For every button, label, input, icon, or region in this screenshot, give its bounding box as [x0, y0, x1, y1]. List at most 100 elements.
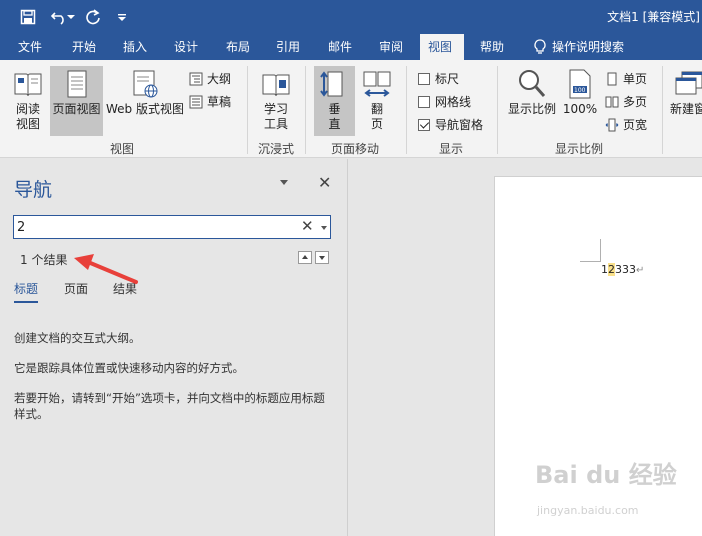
- nav-pane-check-box[interactable]: [418, 118, 430, 131]
- learning-tools-button[interactable]: 学习 工具: [256, 68, 296, 138]
- customize-qat-icon[interactable]: [112, 7, 132, 27]
- gridlines-label: 网格线: [435, 95, 472, 109]
- outline-button[interactable]: 大纲: [189, 70, 231, 87]
- undo-dropdown-icon[interactable]: [66, 7, 76, 27]
- zoom-group-label: 显示比例: [555, 142, 604, 156]
- search-options-icon[interactable]: [321, 226, 327, 230]
- previous-result-button[interactable]: [298, 251, 312, 264]
- ruler-label: 标尺: [435, 72, 460, 86]
- subtab-headings[interactable]: 标题: [14, 280, 39, 303]
- ruler-check-box[interactable]: [418, 72, 430, 85]
- next-result-button[interactable]: [315, 251, 329, 264]
- page-movement-group-label: 页面移动: [331, 142, 380, 156]
- clear-search-icon[interactable]: ✕: [301, 217, 314, 235]
- group-separator: [662, 66, 663, 154]
- outline-icon: [189, 72, 203, 85]
- lightbulb-icon: [533, 39, 549, 55]
- group-separator: [247, 66, 248, 154]
- text-before: 1: [601, 263, 608, 276]
- nav-pane-title: 导航: [14, 179, 53, 201]
- nav-search-box[interactable]: ✕: [13, 215, 331, 239]
- show-group-label: 显示: [439, 142, 464, 156]
- draft-icon: [189, 95, 203, 108]
- margin-corner-mark: [580, 261, 601, 262]
- magnifier-icon: [519, 70, 546, 97]
- side-to-side-button[interactable]: 翻 页: [358, 68, 396, 138]
- immersive-group-label: 沉浸式: [258, 142, 295, 156]
- nav-pane-options-icon[interactable]: [280, 180, 288, 185]
- ruler-checkbox[interactable]: 标尺: [418, 70, 459, 87]
- zoom-100-button[interactable]: 100 100%: [562, 68, 598, 138]
- zoom-button[interactable]: 显示比例: [506, 68, 558, 138]
- vertical-label-2: 直: [328, 117, 341, 131]
- nav-pane-label: 导航窗格: [435, 118, 484, 132]
- ribbon-tabs: 文件 开始 插入 设计 布局 引用 邮件 审阅 视图 帮助 操作说明搜索: [0, 34, 702, 60]
- ribbon: 阅读 视图 页面视图 Web 版式视图 大纲 草稿 视图 学习 工具 沉浸式 垂…: [0, 60, 702, 158]
- nav-search-input[interactable]: [17, 218, 287, 236]
- one-page-button[interactable]: 单页: [605, 70, 647, 87]
- group-separator: [497, 66, 498, 154]
- watermark-url: jingyan.baidu.com: [537, 504, 639, 517]
- book-icon: [14, 73, 42, 97]
- read-mode-label-1: 阅读: [15, 102, 40, 116]
- zoom-100-icon: 100: [569, 69, 591, 99]
- multiple-pages-label: 多页: [623, 95, 648, 109]
- tab-design[interactable]: 设计: [166, 34, 206, 60]
- web-layout-button[interactable]: Web 版式视图: [104, 68, 186, 138]
- web-page-icon: [133, 70, 158, 98]
- save-icon[interactable]: [18, 7, 38, 27]
- learning-tools-icon: [262, 74, 290, 97]
- side-to-side-label-2: 页: [370, 117, 383, 131]
- read-mode-button[interactable]: 阅读 视图: [8, 68, 48, 138]
- group-separator: [406, 66, 407, 154]
- document-title: 文档1 [兼容模式]: [607, 10, 700, 24]
- page-width-button[interactable]: 页宽: [605, 116, 647, 133]
- tab-insert[interactable]: 插入: [115, 34, 155, 60]
- gridlines-check-box[interactable]: [418, 95, 430, 108]
- multiple-pages-button[interactable]: 多页: [605, 93, 647, 110]
- document-text[interactable]: 12333↵: [601, 263, 644, 276]
- text-after: 333: [615, 263, 636, 276]
- zoom-100-label: 100%: [562, 102, 598, 116]
- tab-review[interactable]: 审阅: [371, 34, 411, 60]
- tell-me-search[interactable]: 操作说明搜索: [552, 34, 624, 60]
- web-layout-label: Web 版式视图: [106, 102, 184, 116]
- page-icon: [67, 70, 86, 98]
- print-layout-label: 页面视图: [52, 102, 101, 116]
- learning-tools-label-2: 工具: [263, 117, 288, 131]
- gridlines-checkbox[interactable]: 网格线: [418, 93, 471, 110]
- print-layout-button[interactable]: 页面视图: [50, 66, 103, 136]
- margin-corner-mark: [600, 239, 601, 261]
- views-group-label: 视图: [110, 142, 135, 156]
- draft-button[interactable]: 草稿: [189, 93, 231, 110]
- tab-mailings[interactable]: 邮件: [320, 34, 360, 60]
- search-highlight: 2: [608, 263, 615, 276]
- title-bar: 文档1 [兼容模式]: [0, 0, 702, 34]
- new-window-label: 新建窗: [670, 102, 702, 116]
- group-separator: [305, 66, 306, 154]
- nav-message-1: 创建文档的交互式大纲。: [14, 331, 141, 345]
- tab-help[interactable]: 帮助: [472, 34, 512, 60]
- page-width-label: 页宽: [623, 118, 648, 132]
- learning-tools-label-1: 学习: [263, 102, 288, 116]
- vertical-button[interactable]: 垂 直: [314, 66, 355, 136]
- close-icon[interactable]: ✕: [318, 173, 331, 192]
- nav-pane-checkbox[interactable]: 导航窗格: [418, 116, 483, 133]
- outline-label: 大纲: [207, 72, 232, 86]
- tab-file[interactable]: 文件: [10, 34, 50, 60]
- page-width-icon: [605, 118, 619, 131]
- tab-home[interactable]: 开始: [64, 34, 104, 60]
- redo-icon[interactable]: [83, 7, 103, 27]
- one-page-icon: [607, 72, 617, 85]
- draft-label: 草稿: [207, 95, 232, 109]
- result-count: 1 个结果: [20, 253, 68, 267]
- tab-view[interactable]: 视图: [420, 34, 464, 60]
- tab-layout[interactable]: 布局: [218, 34, 258, 60]
- nav-message-2: 它是跟踪具体位置或快速移动内容的好方式。: [14, 361, 244, 375]
- tab-references[interactable]: 引用: [268, 34, 308, 60]
- watermark-logo: Bai du 经验: [535, 461, 677, 489]
- svg-text:100: 100: [574, 87, 586, 94]
- paragraph-mark: ↵: [636, 265, 645, 276]
- red-arrow-annotation: [74, 254, 138, 284]
- new-window-button[interactable]: 新建窗: [670, 68, 702, 138]
